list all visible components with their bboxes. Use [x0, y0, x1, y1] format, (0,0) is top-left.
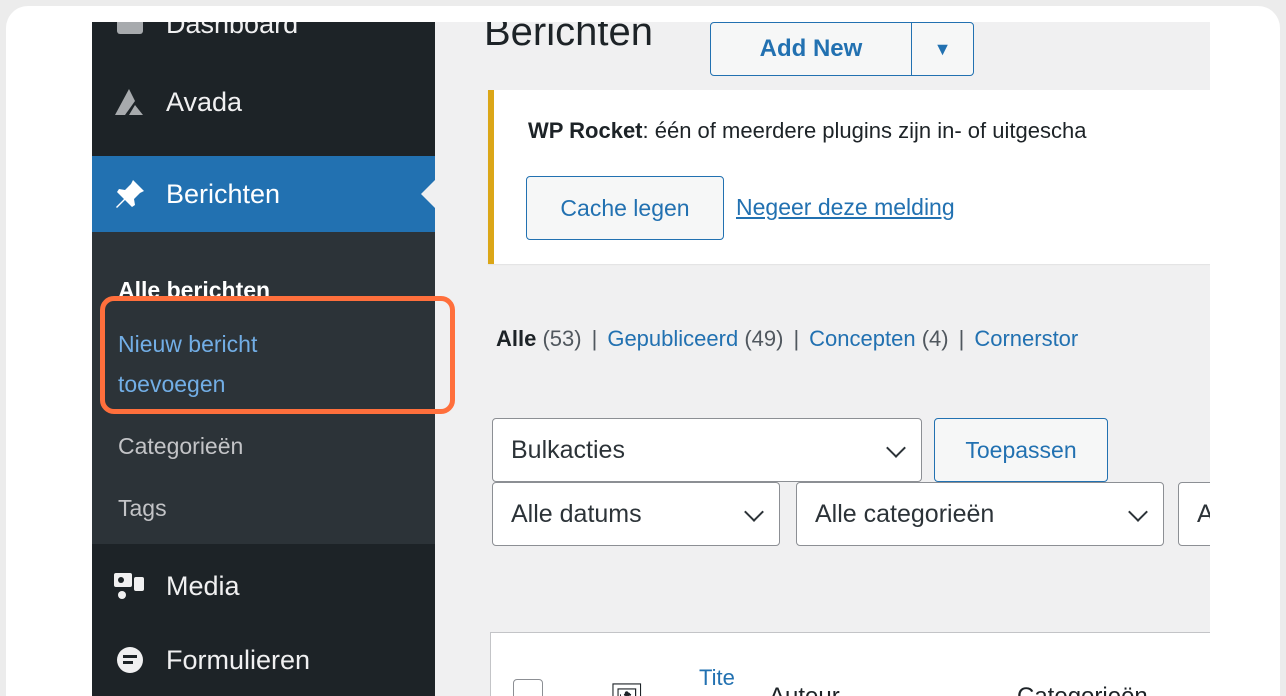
posts-table-header: 🖼 Tite Auteur Categorieën: [490, 632, 1210, 696]
menu-item-posts[interactable]: Berichten: [92, 156, 436, 232]
menu-label-dashboard: Dashboard: [166, 22, 299, 39]
chevron-down-icon: [744, 502, 764, 522]
posts-submenu: Alle berichten Nieuw bericht toevoegen C…: [92, 232, 435, 544]
chevron-down-icon: [1128, 502, 1148, 522]
dashboard-icon: [108, 22, 152, 46]
add-new-button[interactable]: Add New: [711, 23, 912, 75]
submenu-all-posts[interactable]: Alle berichten: [118, 270, 270, 310]
admin-sidebar: Dashboard Avada Berichten Alle berichten…: [92, 22, 436, 696]
notice-brand: WP Rocket: [528, 118, 643, 143]
apply-button[interactable]: Toepassen: [934, 418, 1108, 482]
add-new-dropdown-toggle[interactable]: ▼: [912, 23, 973, 75]
submenu-add-new-post[interactable]: Nieuw bericht toevoegen: [118, 324, 358, 404]
submenu-categories[interactable]: Categorieën: [118, 426, 243, 466]
current-menu-arrow: [421, 179, 436, 209]
bulk-actions-value: Bulkacties: [511, 435, 625, 464]
separator: |: [591, 326, 598, 351]
caret-down-icon: ▼: [933, 38, 952, 59]
chevron-down-icon: [886, 438, 906, 458]
separator: |: [958, 326, 965, 351]
submenu-tags[interactable]: Tags: [118, 488, 167, 528]
add-new-split-button: Add New ▼: [710, 22, 974, 76]
menu-item-forms[interactable]: Formulieren: [92, 628, 435, 692]
categories-filter-value: Alle categorieën: [815, 499, 995, 528]
menu-item-avada[interactable]: Avada: [92, 74, 435, 130]
menu-item-dashboard[interactable]: Dashboard: [92, 22, 435, 50]
image-icon: 🖼: [609, 681, 645, 696]
third-filter-select[interactable]: A: [1178, 482, 1210, 546]
select-all-checkbox[interactable]: [513, 679, 543, 696]
menu-item-media[interactable]: Media: [92, 554, 435, 618]
media-icon: [108, 564, 152, 608]
third-filter-value: A: [1197, 499, 1210, 528]
menu-label-avada: Avada: [166, 86, 243, 117]
dates-filter-select[interactable]: Alle datums: [492, 482, 780, 546]
post-status-filters: Alle (53) | Gepubliceerd (49) | Concepten (4…: [496, 326, 1078, 352]
menu-label-forms: Formulieren: [166, 644, 311, 675]
notice-message: WP Rocket: één of meerdere plugins zijn …: [528, 118, 1086, 144]
filter-drafts-count: (4): [921, 326, 949, 351]
filter-cornerstone[interactable]: Cornerstor: [974, 326, 1078, 351]
filter-published-count: (49): [744, 326, 784, 351]
dismiss-notice-link[interactable]: Negeer deze melding: [736, 194, 955, 221]
dates-filter-value: Alle datums: [511, 499, 642, 528]
filter-published[interactable]: Gepubliceerd: [607, 326, 738, 351]
avada-logo-icon: [108, 80, 152, 124]
bulk-actions-select[interactable]: Bulkacties: [492, 418, 922, 482]
menu-label-media: Media: [166, 570, 240, 601]
filter-drafts[interactable]: Concepten: [809, 326, 915, 351]
filter-all[interactable]: Alle: [496, 326, 536, 351]
wp-rocket-notice: WP Rocket: één of meerdere plugins zijn …: [488, 90, 1210, 264]
notice-body: : één of meerdere plugins zijn in- of ui…: [642, 118, 1087, 143]
pushpin-icon: [108, 172, 152, 216]
page-title: Berichten: [484, 22, 653, 54]
categories-filter-select[interactable]: Alle categorieën: [796, 482, 1164, 546]
forms-icon: [108, 638, 152, 682]
clear-cache-button[interactable]: Cache legen: [526, 176, 724, 240]
wp-admin-viewport: Dashboard Avada Berichten Alle berichten…: [92, 22, 1210, 696]
menu-label-posts: Berichten: [166, 178, 281, 209]
separator: |: [793, 326, 800, 351]
column-author: Auteur: [769, 683, 840, 696]
column-categories: Categorieën: [1017, 683, 1148, 696]
filter-all-count: (53): [542, 326, 582, 351]
screenshot-frame: Dashboard Avada Berichten Alle berichten…: [6, 6, 1280, 696]
column-title[interactable]: Tite: [699, 665, 735, 691]
